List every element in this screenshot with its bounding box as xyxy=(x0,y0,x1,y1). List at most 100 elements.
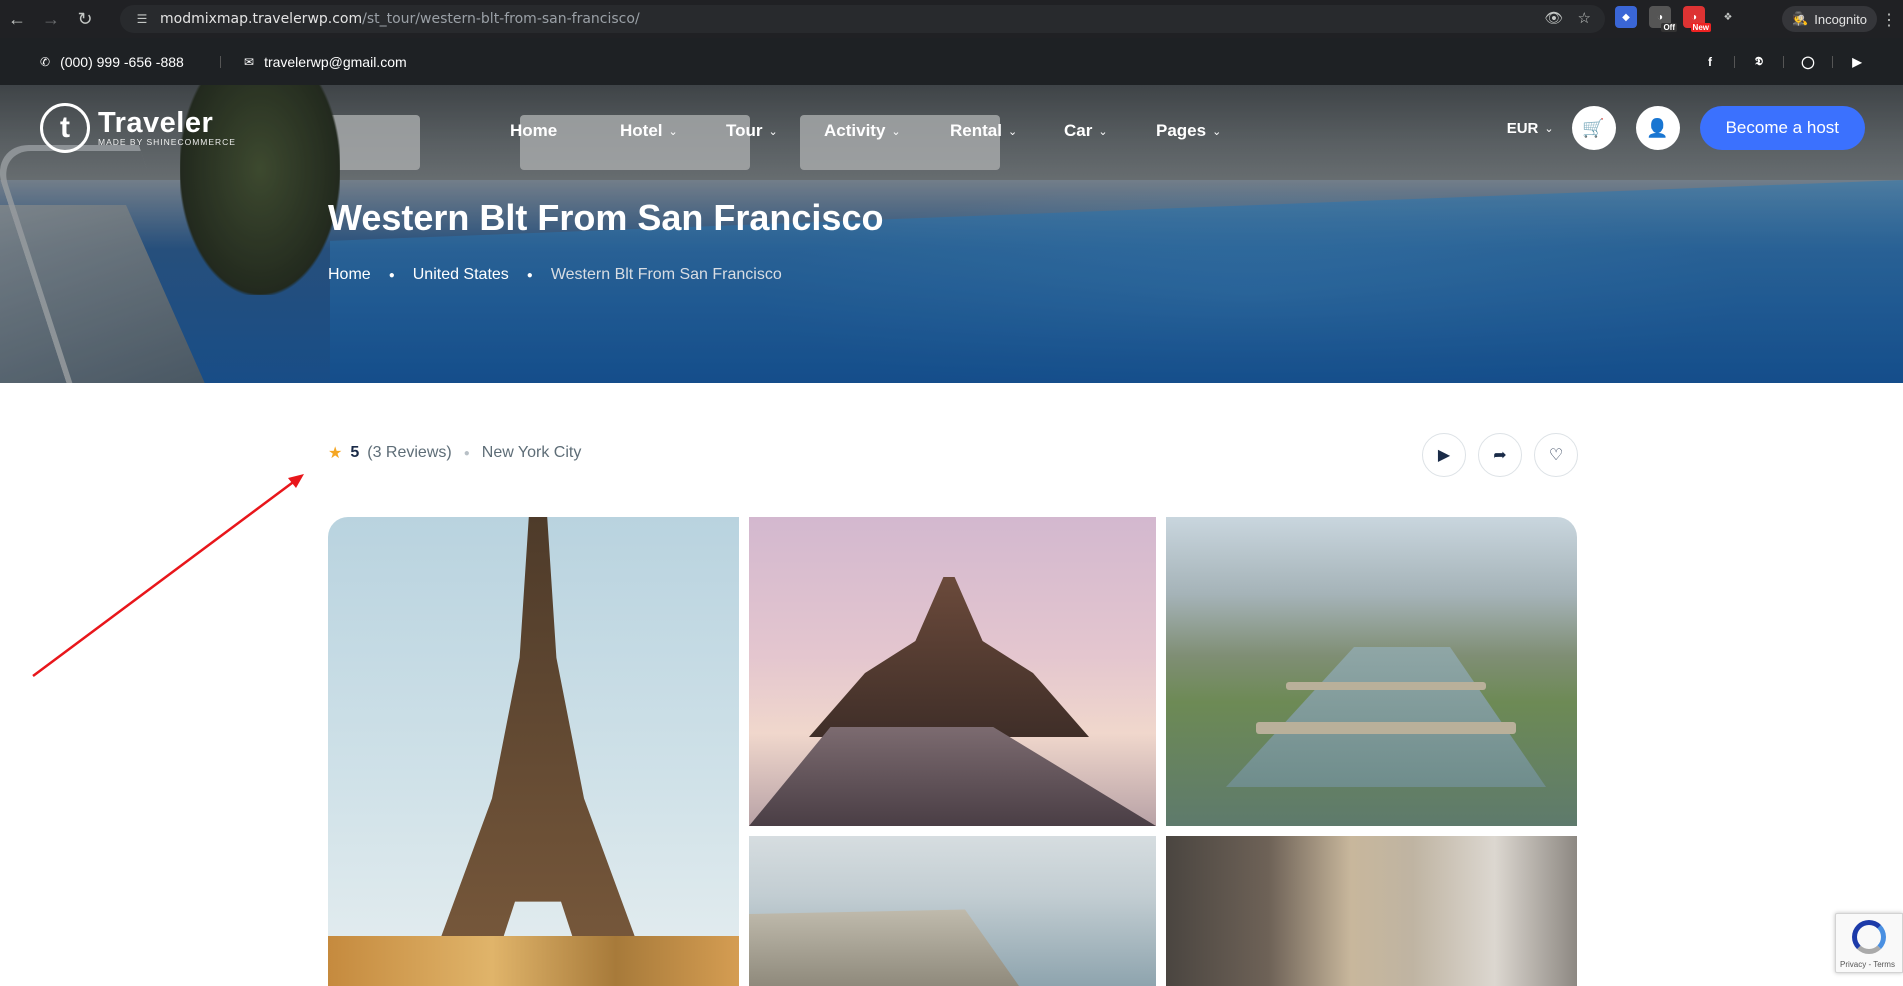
extension-new-icon[interactable]: ◑ New xyxy=(1683,6,1711,32)
bookmark-star-icon[interactable]: ☆ xyxy=(1578,9,1591,27)
gallery-photo-cliffs[interactable] xyxy=(749,836,1156,986)
url-text: modmixmap.travelerwp.com/st_tour/western… xyxy=(160,11,640,27)
browser-chrome: ← → ↻ ☰ modmixmap.travelerwp.com/st_tour… xyxy=(0,0,1903,38)
currency-label: EUR xyxy=(1506,119,1539,137)
chevron-down-icon: ⌄ xyxy=(668,125,678,138)
site-settings-icon[interactable]: ☰ xyxy=(134,11,150,27)
social-divider xyxy=(1783,55,1784,68)
logo-name: Traveler xyxy=(98,107,214,139)
reload-icon[interactable]: ↻ xyxy=(68,0,102,38)
facebook-icon[interactable]: f xyxy=(1700,55,1720,69)
nav-label: Tour xyxy=(726,121,763,140)
topbar-divider xyxy=(220,56,221,68)
address-bar[interactable]: ☰ modmixmap.travelerwp.com/st_tour/weste… xyxy=(120,5,1605,33)
extensions-area: ◆ ◑ Off ◑ New ❖ xyxy=(1615,6,1739,32)
gallery-photo-paris-river[interactable] xyxy=(1166,517,1577,826)
breadcrumb-separator: ● xyxy=(388,269,395,281)
gallery-photo-mont-saint-michel[interactable] xyxy=(749,517,1156,826)
recaptcha-links[interactable]: Privacy - Terms xyxy=(1840,960,1895,969)
breadcrumb: Home ● United States ● Western Blt From … xyxy=(328,266,782,284)
gallery-photo-street[interactable] xyxy=(1166,836,1577,986)
page-title: Western Blt From San Francisco xyxy=(328,197,884,238)
social-divider xyxy=(1734,55,1735,68)
photo-eiffel-tower xyxy=(423,517,653,986)
incognito-icon: 🕵 xyxy=(1792,11,1809,26)
youtube-icon[interactable]: ▶ xyxy=(1847,55,1867,69)
chevron-down-icon: ⌄ xyxy=(1007,125,1018,138)
extension-shield-icon[interactable]: ◆ xyxy=(1615,6,1637,28)
photo-trees xyxy=(328,936,739,986)
forward-icon[interactable]: → xyxy=(34,0,68,38)
gallery-photo-eiffel[interactable] xyxy=(328,517,739,986)
logo-mark-icon: t xyxy=(40,103,90,153)
user-icon: 👤 xyxy=(1646,117,1669,138)
cart-button[interactable]: 🛒 xyxy=(1571,106,1616,150)
chevron-down-icon: ⌄ xyxy=(1544,122,1554,135)
puzzle-icon[interactable]: ❖ xyxy=(1717,6,1739,28)
annotation-arrow-head xyxy=(288,474,304,488)
url-path: /st_tour/western-blt-from-san-francisco/ xyxy=(362,11,640,27)
rating-score: 5 xyxy=(350,444,360,461)
extension-off-badge: Off xyxy=(1661,23,1677,32)
nav-item-tour[interactable]: Tour ⌄ xyxy=(726,121,824,141)
video-button[interactable]: ▶ xyxy=(1422,433,1466,477)
address-bar-actions: 👁 ☆ xyxy=(1545,9,1592,27)
browser-menu-icon[interactable]: ⋮ xyxy=(1881,10,1897,30)
main-nav: Home Hotel ⌄ Tour ⌄ Activity ⌄ Rental ⌄ Car ⌄… xyxy=(510,121,1256,141)
recaptcha-badge[interactable]: Privacy - Terms xyxy=(1835,913,1903,973)
header-actions: EUR ⌄ 🛒 👤 Become a host xyxy=(1507,106,1865,150)
email-icon: ✉ xyxy=(244,54,255,69)
star-icon: ★ xyxy=(328,445,343,462)
nav-item-car[interactable]: Car ⌄ xyxy=(1064,121,1156,141)
photo-causeway xyxy=(749,727,1156,826)
nav-item-rental[interactable]: Rental ⌄ xyxy=(950,121,1064,141)
photo-abbey xyxy=(809,577,1089,737)
nav-item-activity[interactable]: Activity ⌄ xyxy=(824,121,950,141)
phone-contact[interactable]: ✆ (000) 999 -656 -888 xyxy=(40,38,184,85)
review-count[interactable]: (3 Reviews) xyxy=(367,444,451,462)
nav-item-pages[interactable]: Pages ⌄ xyxy=(1156,121,1256,141)
email-address: travelerwp@gmail.com xyxy=(264,53,407,70)
back-icon[interactable]: ← xyxy=(0,0,34,38)
extension-off-icon[interactable]: ◑ Off xyxy=(1649,6,1677,32)
wishlist-button[interactable]: ♡ xyxy=(1534,433,1578,477)
listing-meta: ★ 5 (3 Reviews) ● New York City xyxy=(328,443,581,463)
logo-tagline: MADE BY SHINECOMMERCE xyxy=(98,137,236,147)
nav-label: Activity xyxy=(824,121,886,140)
account-button[interactable]: 👤 xyxy=(1635,106,1680,150)
breadcrumb-home[interactable]: Home xyxy=(328,266,371,284)
photo-bridge xyxy=(1286,682,1486,690)
breadcrumb-current: Western Blt From San Francisco xyxy=(550,266,782,283)
share-icon: ➦ xyxy=(1493,447,1507,464)
phone-number: (000) 999 -656 -888 xyxy=(60,53,184,70)
nav-label: Car xyxy=(1064,121,1093,140)
incognito-badge[interactable]: 🕵 Incognito xyxy=(1782,6,1877,32)
instagram-icon[interactable]: ◯ xyxy=(1798,55,1818,69)
photo-bridge xyxy=(1256,722,1516,734)
video-icon: ▶ xyxy=(1437,447,1451,464)
chevron-down-icon: ⌄ xyxy=(1098,125,1108,138)
breadcrumb-country[interactable]: United States xyxy=(413,266,509,284)
email-contact[interactable]: ✉ travelerwp@gmail.com xyxy=(244,38,407,85)
nav-item-home[interactable]: Home xyxy=(510,121,620,141)
eye-off-icon[interactable]: 👁 xyxy=(1545,9,1564,27)
extension-new-badge: New xyxy=(1690,23,1711,32)
nav-label: Rental xyxy=(950,121,1002,140)
nav-item-hotel[interactable]: Hotel ⌄ xyxy=(620,121,726,141)
become-host-button[interactable]: Become a host xyxy=(1699,106,1865,150)
top-contact-bar: ✆ (000) 999 -656 -888 ✉ travelerwp@gmail… xyxy=(0,38,1903,85)
annotation-arrow-line xyxy=(32,478,297,678)
photo-river xyxy=(1226,647,1546,787)
currency-selector[interactable]: EUR ⌄ xyxy=(1507,120,1554,137)
heart-icon: ♡ xyxy=(1548,447,1564,464)
url-host: modmixmap.travelerwp.com xyxy=(160,11,363,27)
listing-actions: ▶ ➦ ♡ xyxy=(1422,433,1578,477)
recaptcha-icon xyxy=(1852,920,1886,954)
share-button[interactable]: ➦ xyxy=(1478,433,1522,477)
chevron-down-icon: ⌄ xyxy=(891,125,901,138)
twitter-icon[interactable]: 𝕯 xyxy=(1749,54,1769,69)
site-logo[interactable]: t Traveler MADE BY SHINECOMMERCE xyxy=(40,103,236,153)
photo-cliff xyxy=(749,909,1019,986)
basket-icon: 🛒 xyxy=(1582,117,1605,138)
nav-label: Pages xyxy=(1156,121,1207,140)
